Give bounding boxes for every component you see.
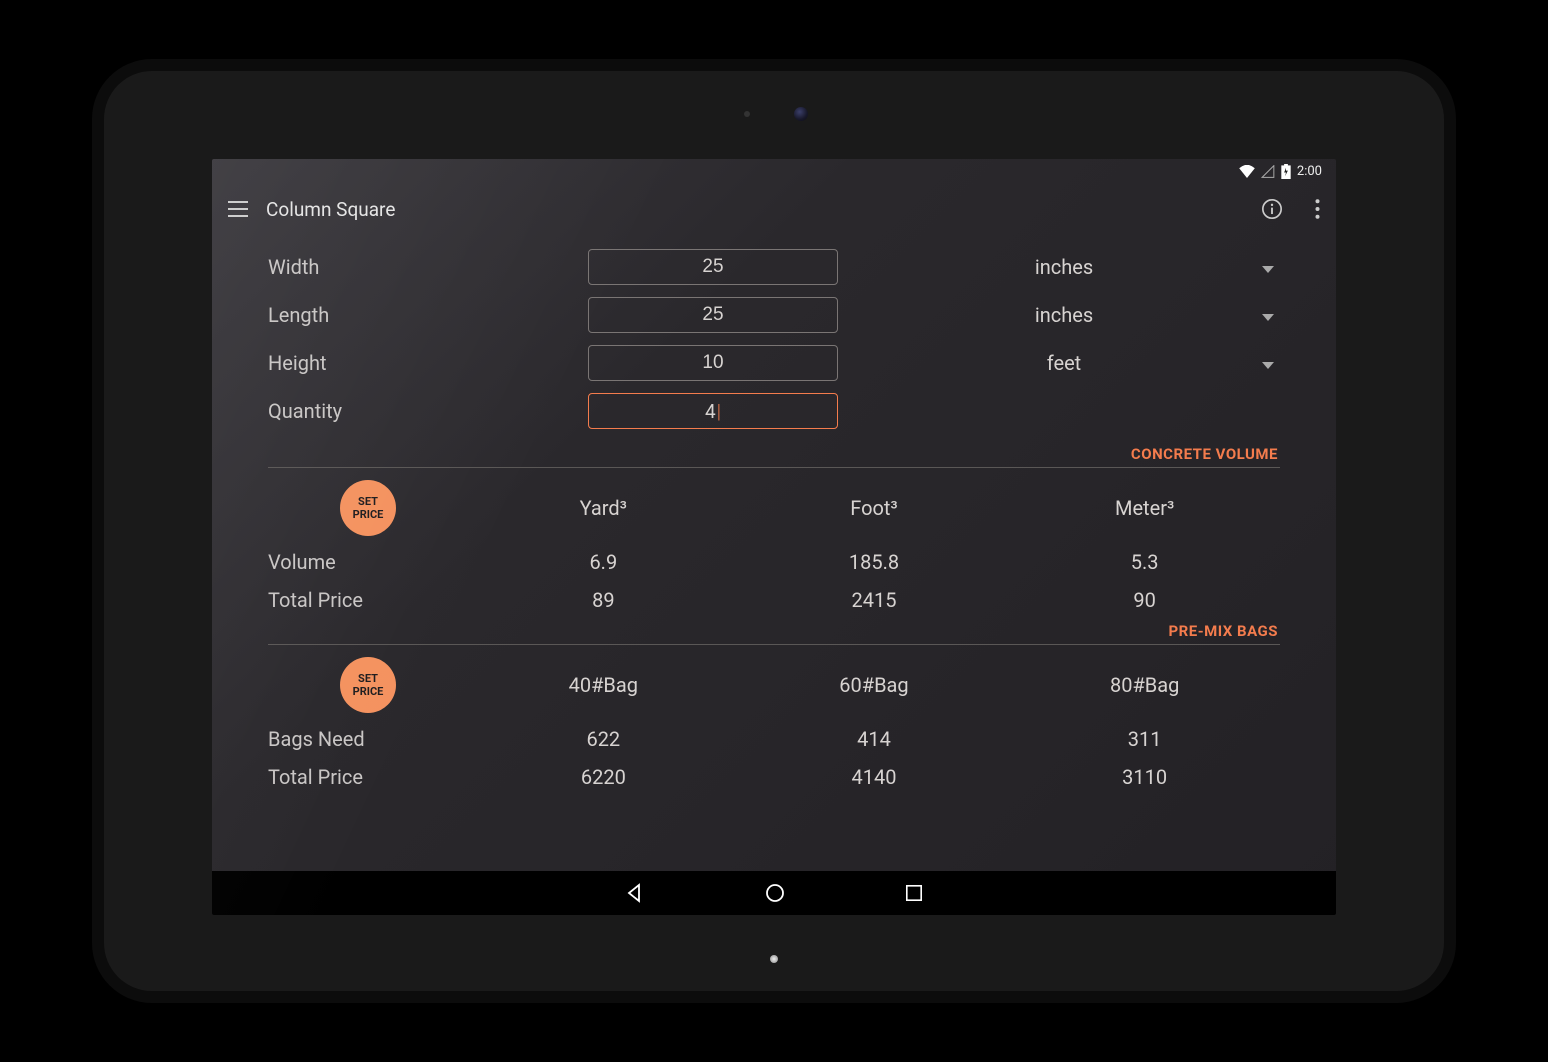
bags-col-60: 60#Bag <box>739 673 1010 697</box>
quantity-value: 4 <box>705 400 721 423</box>
height-row: Height feet <box>268 339 1280 387</box>
length-unit-select[interactable]: inches <box>848 303 1280 327</box>
page-title: Column Square <box>266 198 395 221</box>
wifi-icon <box>1239 165 1255 178</box>
divider <box>268 644 1280 645</box>
totalprice-meter: 90 <box>1009 588 1280 612</box>
recents-button[interactable] <box>905 884 923 902</box>
overflow-menu-icon[interactable] <box>1315 199 1320 219</box>
totalprice-row-label: Total Price <box>268 588 468 612</box>
menu-icon[interactable] <box>228 201 248 217</box>
length-row: Length inches <box>268 291 1280 339</box>
height-unit: feet <box>1047 351 1081 375</box>
width-unit-select[interactable]: inches <box>848 255 1280 279</box>
volume-col-meter: Meter³ <box>1009 496 1280 520</box>
height-unit-select[interactable]: feet <box>848 351 1280 375</box>
home-indicator <box>770 955 778 963</box>
premix-bags-title: PRE-MIX BAGS <box>268 622 1280 640</box>
volume-foot: 185.8 <box>739 550 1010 574</box>
bags-80: 311 <box>1009 727 1280 751</box>
back-button[interactable] <box>625 883 645 903</box>
chevron-down-icon <box>1262 303 1274 327</box>
chevron-down-icon <box>1262 351 1274 375</box>
info-icon[interactable] <box>1261 198 1283 220</box>
bagsneed-row-label: Bags Need <box>268 727 468 751</box>
quantity-row: Quantity 4 <box>268 387 1280 435</box>
bags-totalprice-row-label: Total Price <box>268 765 468 789</box>
bagsprice-80: 3110 <box>1009 765 1280 789</box>
volume-row-label: Volume <box>268 550 468 574</box>
app-toolbar: Column Square <box>212 183 1336 235</box>
clock: 2:00 <box>1297 164 1322 179</box>
android-navbar <box>212 871 1336 915</box>
signal-icon <box>1261 165 1275 178</box>
width-unit: inches <box>1035 255 1093 279</box>
width-input[interactable] <box>588 249 838 285</box>
width-label: Width <box>268 255 578 279</box>
divider <box>268 467 1280 468</box>
set-price-bags-button[interactable]: SET PRICE <box>340 657 396 713</box>
height-input[interactable] <box>588 345 838 381</box>
width-row: Width inches <box>268 243 1280 291</box>
bags-60: 414 <box>739 727 1010 751</box>
bagsprice-60: 4140 <box>739 765 1010 789</box>
length-unit: inches <box>1035 303 1093 327</box>
volume-yard: 6.9 <box>468 550 739 574</box>
volume-meter: 5.3 <box>1009 550 1280 574</box>
height-label: Height <box>268 351 578 375</box>
status-bar: 2:00 <box>212 159 1336 183</box>
length-label: Length <box>268 303 578 327</box>
quantity-input[interactable]: 4 <box>588 393 838 429</box>
quantity-label: Quantity <box>268 399 578 423</box>
tablet-frame: 2:00 Column Square Width inches <box>104 71 1444 991</box>
volume-table: SET PRICE Yard³ Foot³ Meter³ Volume 6.9 … <box>268 480 1280 612</box>
set-price-volume-button[interactable]: SET PRICE <box>340 480 396 536</box>
concrete-volume-title: CONCRETE VOLUME <box>268 445 1280 463</box>
bags-col-40: 40#Bag <box>468 673 739 697</box>
volume-col-foot: Foot³ <box>739 496 1010 520</box>
home-button[interactable] <box>765 883 785 903</box>
battery-icon <box>1281 164 1291 179</box>
volume-col-yard: Yard³ <box>468 496 739 520</box>
totalprice-foot: 2415 <box>739 588 1010 612</box>
bags-40: 622 <box>468 727 739 751</box>
chevron-down-icon <box>1262 255 1274 279</box>
length-input[interactable] <box>588 297 838 333</box>
bags-table: SET PRICE 40#Bag 60#Bag 80#Bag Bags Need… <box>268 657 1280 789</box>
bags-col-80: 80#Bag <box>1009 673 1280 697</box>
content-area: Width inches Length inches <box>212 235 1336 871</box>
totalprice-yard: 89 <box>468 588 739 612</box>
front-camera <box>794 107 808 121</box>
screen: 2:00 Column Square Width inches <box>212 159 1336 915</box>
bagsprice-40: 6220 <box>468 765 739 789</box>
bezel-sensor <box>744 111 750 117</box>
